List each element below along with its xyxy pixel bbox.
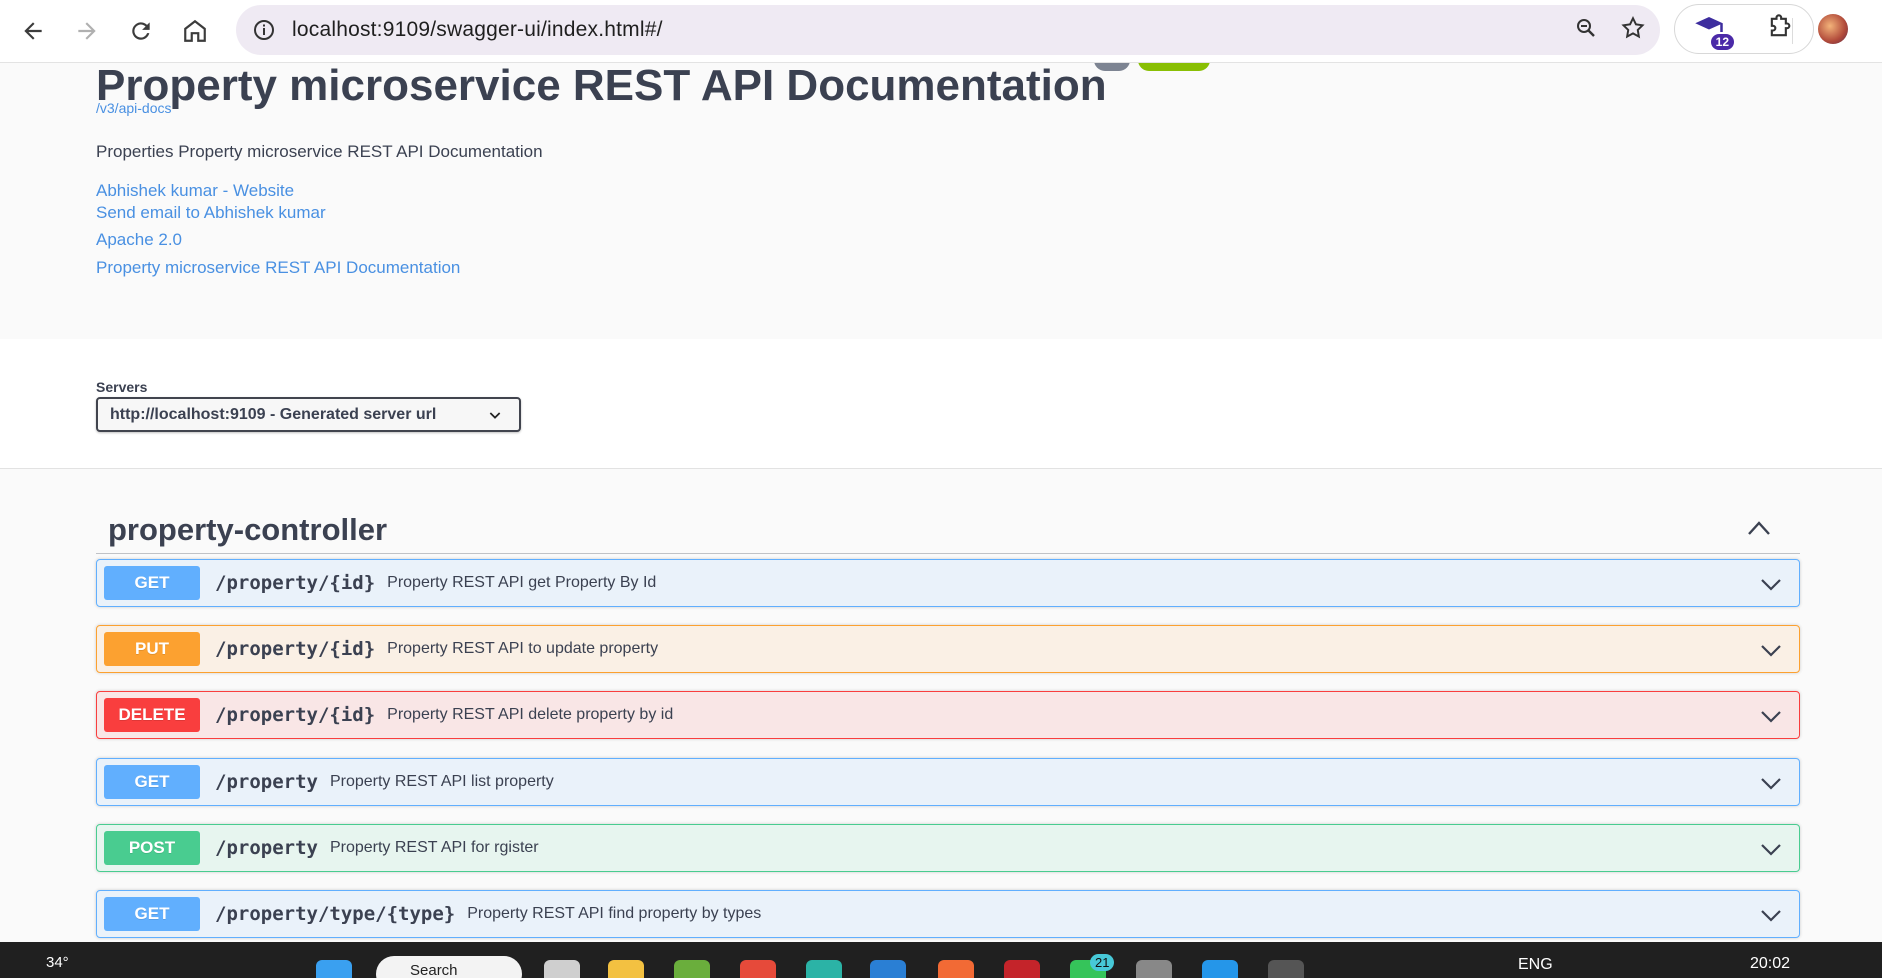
chrome-icon[interactable] (740, 960, 776, 978)
back-button[interactable] (6, 4, 60, 58)
taskbar-search[interactable]: Search (376, 956, 522, 978)
puzzle-icon (1770, 13, 1791, 36)
extensions-group: 12 (1674, 4, 1814, 54)
operation-list-property[interactable]: GET /property Property REST API list pro… (96, 758, 1800, 806)
chevron-down-icon[interactable] (1759, 903, 1783, 927)
task-view-icon[interactable] (544, 960, 580, 978)
taskbar-search-label: Search (410, 962, 458, 978)
docker-icon[interactable] (1202, 960, 1238, 978)
home-button[interactable] (168, 4, 222, 58)
toolbar-divider (1792, 18, 1793, 44)
method-badge: GET (104, 566, 200, 600)
method-badge: DELETE (104, 698, 200, 732)
url-text[interactable]: localhost:9109/swagger-ui/index.html#/ (292, 18, 663, 42)
oas-version-badge (1138, 63, 1210, 71)
tag-header[interactable]: property-controller (96, 490, 1800, 554)
arrow-left-icon (24, 22, 42, 40)
clock-time[interactable]: 20:02 (1750, 955, 1790, 973)
server-select-value: http://localhost:9109 - Generated server… (110, 405, 437, 423)
operation-path: /property/{id} (215, 638, 376, 660)
chevron-up-icon[interactable] (1746, 518, 1772, 538)
home-icon (184, 19, 206, 42)
contact-email-link[interactable]: Send email to Abhishek kumar (96, 203, 326, 223)
extensions-puzzle-button[interactable] (1766, 13, 1794, 46)
operation-get-property-by-id[interactable]: GET /property/{id} Property REST API get… (96, 559, 1800, 607)
version-badge (1094, 63, 1130, 71)
operation-summary: Property REST API list property (329, 773, 554, 790)
operation-path: /property (215, 837, 318, 859)
server-select[interactable]: http://localhost:9109 - Generated server… (96, 397, 521, 432)
extension-badge: 12 (1710, 34, 1734, 50)
chevron-down-icon (489, 412, 501, 419)
forward-button[interactable] (60, 4, 114, 58)
operation-post-property[interactable]: POST /property Property REST API for rgi… (96, 824, 1800, 872)
method-badge: POST (104, 831, 200, 865)
chevron-down-icon[interactable] (1759, 572, 1783, 596)
api-info-section: Property microservice REST API Documenta… (0, 63, 1882, 339)
operation-path: /property/{id} (215, 572, 376, 594)
operation-summary: Property REST API delete property by id (387, 706, 674, 723)
external-docs-link[interactable]: Property microservice REST API Documenta… (96, 258, 460, 278)
operation-summary: Property REST API to update property (387, 640, 659, 657)
windows-taskbar: 34° Search 21 ENG 20:02 (0, 942, 1882, 978)
operation-delete-property[interactable]: DELETE /property/{id} Property REST API … (96, 691, 1800, 739)
zoom-icon[interactable] (1574, 16, 1598, 45)
license-link[interactable]: Apache 2.0 (96, 230, 182, 250)
chevron-down-icon[interactable] (1759, 704, 1783, 728)
terminal-icon[interactable] (1268, 960, 1304, 978)
servers-section: Servers http://localhost:9109 - Generate… (0, 339, 1882, 469)
operation-summary: Property REST API find property by types (467, 905, 762, 922)
method-badge: PUT (104, 632, 200, 666)
file-explorer-icon[interactable] (608, 960, 644, 978)
operation-summary: Property REST API for rgister (329, 839, 539, 856)
api-docs-link[interactable]: /v3/api-docs (96, 100, 171, 116)
reload-icon (132, 22, 150, 40)
contact-website-link[interactable]: Abhishek kumar - Website (96, 181, 294, 201)
chevron-down-icon[interactable] (1759, 638, 1783, 662)
method-badge: GET (104, 897, 200, 931)
tag-title: property-controller (108, 512, 388, 547)
postman-icon[interactable] (938, 960, 974, 978)
pdf-reader-icon[interactable] (1004, 960, 1040, 978)
language-indicator[interactable]: ENG (1518, 956, 1553, 974)
spring-tool-icon[interactable] (674, 960, 710, 978)
operations-section: property-controller GET /property/{id} P… (0, 470, 1882, 942)
settings-gear-icon[interactable] (1136, 960, 1172, 978)
whatsapp-badge: 21 (1090, 954, 1115, 971)
operation-path: /property/type/{type} (215, 903, 456, 925)
reload-button[interactable] (114, 4, 168, 58)
operation-path: /property/{id} (215, 704, 376, 726)
weather-widget[interactable]: 34° (46, 954, 69, 971)
servers-label: Servers (96, 379, 148, 395)
method-badge: GET (104, 765, 200, 799)
windows-start-icon[interactable] (316, 960, 352, 978)
chevron-down-icon[interactable] (1759, 771, 1783, 795)
address-bar[interactable]: localhost:9109/swagger-ui/index.html#/ (236, 5, 1660, 55)
operation-summary: Property REST API get Property By Id (387, 574, 657, 591)
chevron-down-icon[interactable] (1759, 837, 1783, 861)
api-title: Property microservice REST API Documenta… (96, 63, 1107, 110)
api-description: Properties Property microservice REST AP… (96, 142, 543, 161)
operation-find-property-by-type[interactable]: GET /property/type/{type} Property REST … (96, 890, 1800, 938)
operation-put-property[interactable]: PUT /property/{id} Property REST API to … (96, 625, 1800, 673)
edge-icon[interactable] (806, 960, 842, 978)
extension-button[interactable]: 12 (1694, 12, 1734, 50)
profile-avatar[interactable] (1818, 14, 1848, 44)
vscode-icon[interactable] (870, 960, 906, 978)
arrow-right-icon (78, 22, 96, 40)
site-info-icon[interactable] (236, 18, 292, 42)
operation-path: /property (215, 771, 318, 793)
browser-toolbar: localhost:9109/swagger-ui/index.html#/ 1… (0, 0, 1882, 63)
bookmark-star-icon[interactable] (1620, 15, 1646, 46)
